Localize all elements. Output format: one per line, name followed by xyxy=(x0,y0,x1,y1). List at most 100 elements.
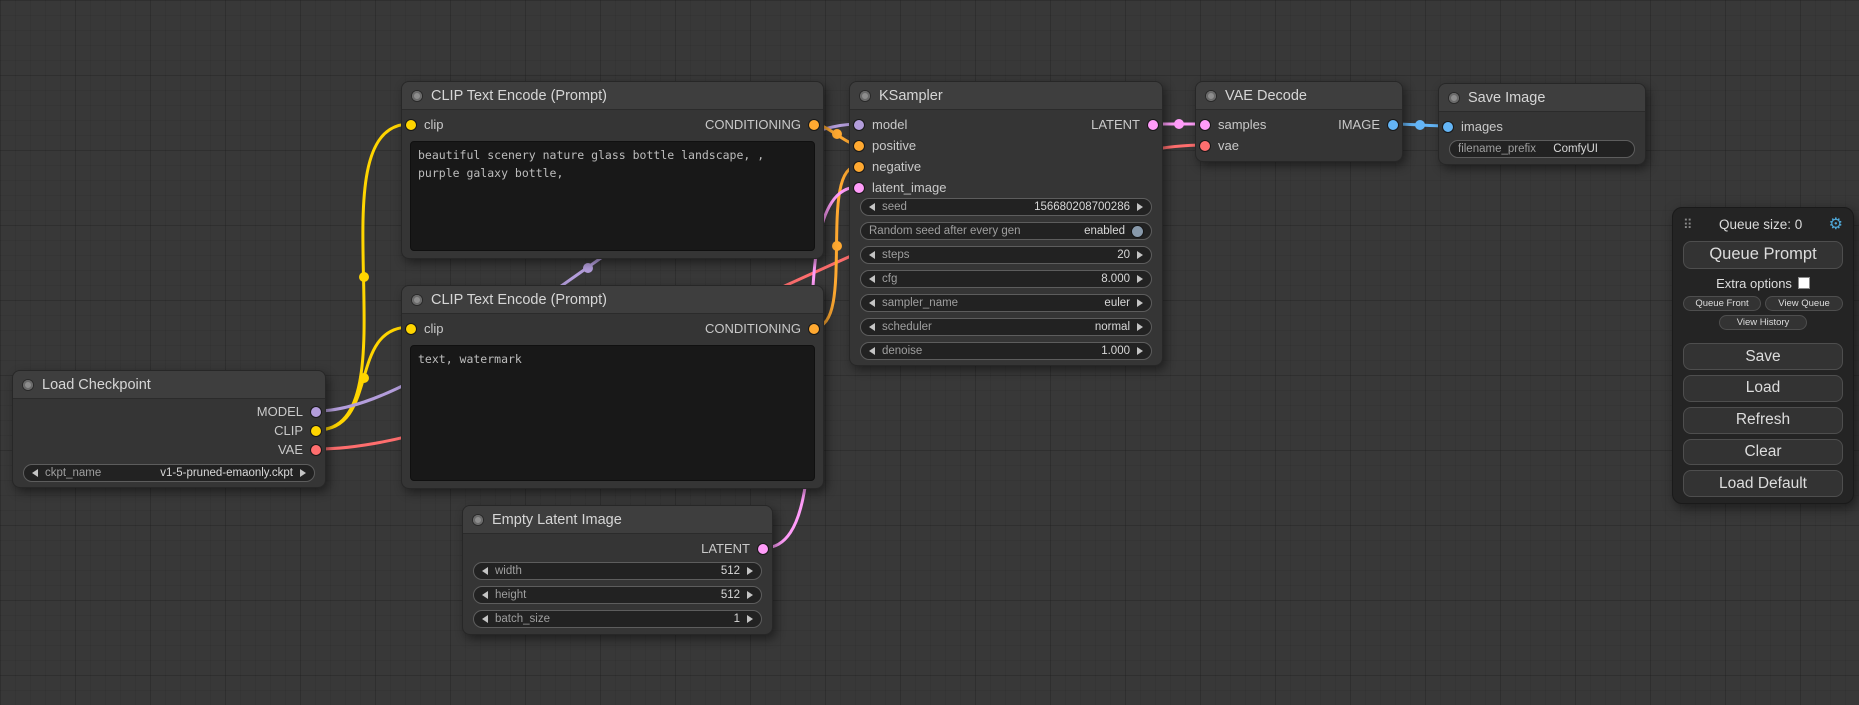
slot-label-conditioning: CONDITIONING xyxy=(705,117,801,132)
output-port-model[interactable] xyxy=(311,407,321,417)
slot-row-model-latent: model LATENT xyxy=(850,114,1162,135)
decrement-icon[interactable] xyxy=(869,347,875,355)
load-default-button[interactable]: Load Default xyxy=(1683,470,1843,497)
collapse-toggle-icon[interactable] xyxy=(473,515,483,525)
node-empty-latent-titlebar[interactable]: Empty Latent Image xyxy=(463,506,772,534)
slot-row: clip CONDITIONING xyxy=(402,318,823,339)
node-vae-decode-titlebar[interactable]: VAE Decode xyxy=(1196,82,1402,110)
node-clip-text-encode-negative[interactable]: CLIP Text Encode (Prompt) clip CONDITION… xyxy=(401,285,824,489)
increment-icon[interactable] xyxy=(1137,251,1143,259)
widget-random-seed-toggle[interactable]: Random seed after every gen enabled xyxy=(860,222,1152,240)
widget-value: 512 xyxy=(721,565,740,577)
widget-scheduler[interactable]: scheduler normal xyxy=(860,318,1152,336)
view-queue-button[interactable]: View Queue xyxy=(1765,296,1843,311)
next-value-icon[interactable] xyxy=(1137,299,1143,307)
prev-value-icon[interactable] xyxy=(869,323,875,331)
node-clip-positive-titlebar[interactable]: CLIP Text Encode (Prompt) xyxy=(402,82,823,110)
increment-icon[interactable] xyxy=(747,567,753,575)
next-value-icon[interactable] xyxy=(300,469,306,477)
decrement-icon[interactable] xyxy=(869,203,875,211)
collapse-toggle-icon[interactable] xyxy=(1206,91,1216,101)
slot-label-negative: negative xyxy=(872,159,921,174)
queue-prompt-button[interactable]: Queue Prompt xyxy=(1683,241,1843,269)
slot-label-latent: LATENT xyxy=(1091,117,1140,132)
input-port-positive[interactable] xyxy=(854,141,864,151)
drag-handle-icon[interactable]: ⠿ xyxy=(1683,217,1693,233)
node-vae-decode[interactable]: VAE Decode samples IMAGE vae xyxy=(1195,81,1403,162)
widget-value: 1 xyxy=(734,613,740,625)
increment-icon[interactable] xyxy=(747,615,753,623)
node-ksampler-titlebar[interactable]: KSampler xyxy=(850,82,1162,110)
widget-seed[interactable]: seed 156680208700286 xyxy=(860,198,1152,216)
increment-icon[interactable] xyxy=(747,591,753,599)
input-port-vae[interactable] xyxy=(1200,141,1210,151)
node-save-image-titlebar[interactable]: Save Image xyxy=(1439,84,1645,112)
output-port-image[interactable] xyxy=(1388,120,1398,130)
link-midpoint-dot xyxy=(359,373,369,383)
collapse-toggle-icon[interactable] xyxy=(860,91,870,101)
refresh-button[interactable]: Refresh xyxy=(1683,407,1843,434)
widget-width[interactable]: width 512 xyxy=(473,562,762,580)
collapse-toggle-icon[interactable] xyxy=(412,91,422,101)
increment-icon[interactable] xyxy=(1137,275,1143,283)
queue-front-button[interactable]: Queue Front xyxy=(1683,296,1761,311)
widget-denoise[interactable]: denoise 1.000 xyxy=(860,342,1152,360)
prompt-text-input[interactable]: beautiful scenery nature glass bottle la… xyxy=(410,141,815,251)
input-port-clip[interactable] xyxy=(406,120,416,130)
input-port-model[interactable] xyxy=(854,120,864,130)
input-port-images[interactable] xyxy=(1443,122,1453,132)
input-port-latent-image[interactable] xyxy=(854,183,864,193)
load-button[interactable]: Load xyxy=(1683,375,1843,402)
extra-options-checkbox[interactable] xyxy=(1798,277,1810,289)
collapse-toggle-icon[interactable] xyxy=(1449,93,1459,103)
prompt-text-input[interactable]: text, watermark xyxy=(410,345,815,481)
widget-batch-size[interactable]: batch_size 1 xyxy=(473,610,762,628)
output-port-vae[interactable] xyxy=(311,445,321,455)
increment-icon[interactable] xyxy=(1137,347,1143,355)
clear-button[interactable]: Clear xyxy=(1683,439,1843,466)
output-port-conditioning[interactable] xyxy=(809,324,819,334)
widget-filename-prefix[interactable]: filename_prefix ComfyUI xyxy=(1449,140,1635,158)
widget-sampler-name[interactable]: sampler_name euler xyxy=(860,294,1152,312)
toggle-knob-icon[interactable] xyxy=(1132,226,1143,237)
decrement-icon[interactable] xyxy=(869,251,875,259)
link-midpoint-dot xyxy=(1415,120,1425,130)
slot-label-latent: LATENT xyxy=(701,541,750,556)
node-empty-latent-image[interactable]: Empty Latent Image LATENT width 512 heig… xyxy=(462,505,773,635)
decrement-icon[interactable] xyxy=(482,615,488,623)
input-slot-negative: negative xyxy=(850,156,1162,177)
decrement-icon[interactable] xyxy=(482,567,488,575)
output-port-latent[interactable] xyxy=(1148,120,1158,130)
node-ksampler[interactable]: KSampler model LATENT positive negative … xyxy=(849,81,1163,366)
collapse-toggle-icon[interactable] xyxy=(23,380,33,390)
collapse-toggle-icon[interactable] xyxy=(412,295,422,305)
input-port-samples[interactable] xyxy=(1200,120,1210,130)
node-clip-negative-titlebar[interactable]: CLIP Text Encode (Prompt) xyxy=(402,286,823,314)
input-port-negative[interactable] xyxy=(854,162,864,172)
prev-value-icon[interactable] xyxy=(869,299,875,307)
node-graph-canvas[interactable]: Load Checkpoint MODEL CLIP VAE ckpt_name… xyxy=(0,0,1859,705)
next-value-icon[interactable] xyxy=(1137,323,1143,331)
widget-name: Random seed after every gen xyxy=(869,225,1021,237)
slot-label-model: model xyxy=(872,117,907,132)
output-port-clip[interactable] xyxy=(311,426,321,436)
settings-gear-icon[interactable]: ⚙ xyxy=(1829,217,1843,233)
node-clip-text-encode-positive[interactable]: CLIP Text Encode (Prompt) clip CONDITION… xyxy=(401,81,824,259)
prev-value-icon[interactable] xyxy=(32,469,38,477)
increment-icon[interactable] xyxy=(1137,203,1143,211)
widget-cfg[interactable]: cfg 8.000 xyxy=(860,270,1152,288)
view-history-button[interactable]: View History xyxy=(1719,315,1807,330)
output-port-latent[interactable] xyxy=(758,544,768,554)
input-port-clip[interactable] xyxy=(406,324,416,334)
widget-height[interactable]: height 512 xyxy=(473,586,762,604)
decrement-icon[interactable] xyxy=(869,275,875,283)
save-button[interactable]: Save xyxy=(1683,343,1843,370)
node-load-checkpoint-titlebar[interactable]: Load Checkpoint xyxy=(13,371,325,399)
slot-label-positive: positive xyxy=(872,138,916,153)
node-load-checkpoint[interactable]: Load Checkpoint MODEL CLIP VAE ckpt_name… xyxy=(12,370,326,488)
decrement-icon[interactable] xyxy=(482,591,488,599)
widget-ckpt-name[interactable]: ckpt_name v1-5-pruned-emaonly.ckpt xyxy=(23,464,315,482)
output-port-conditioning[interactable] xyxy=(809,120,819,130)
node-save-image[interactable]: Save Image images filename_prefix ComfyU… xyxy=(1438,83,1646,165)
widget-steps[interactable]: steps 20 xyxy=(860,246,1152,264)
